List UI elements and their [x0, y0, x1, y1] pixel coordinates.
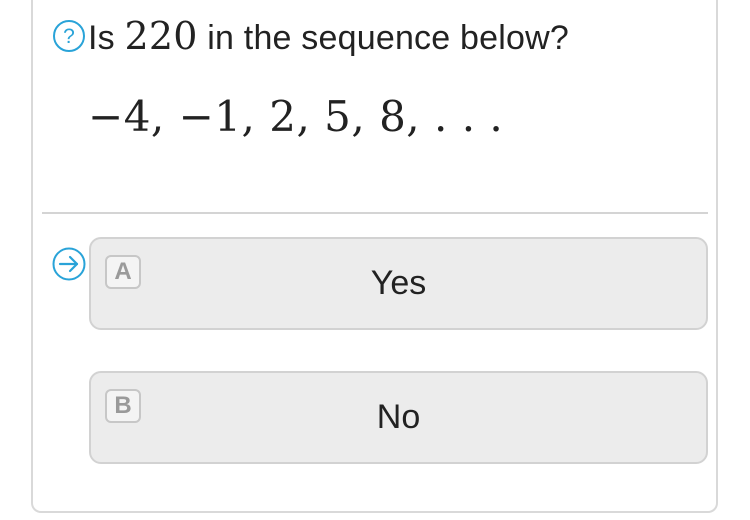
question-suffix: in the sequence below? — [197, 19, 569, 57]
selected-arrow-icon — [51, 246, 87, 282]
choice-a-label: Yes — [370, 264, 427, 302]
choice-b-label: No — [376, 398, 421, 436]
choice-a-button[interactable]: A Yes — [89, 237, 708, 330]
svg-text:?: ? — [63, 25, 75, 48]
question-prompt: ? Is 220 in the sequence below? — [52, 14, 569, 58]
divider — [42, 212, 708, 214]
question-text: Is 220 in the sequence below? — [88, 14, 569, 58]
question-prefix: Is — [88, 19, 125, 57]
sequence-expression: −4, −1, 2, 5, 8, . . . — [88, 92, 504, 141]
help-icon[interactable]: ? — [52, 19, 86, 53]
question-number: 220 — [124, 14, 198, 58]
choice-b-button[interactable]: B No — [89, 371, 708, 464]
